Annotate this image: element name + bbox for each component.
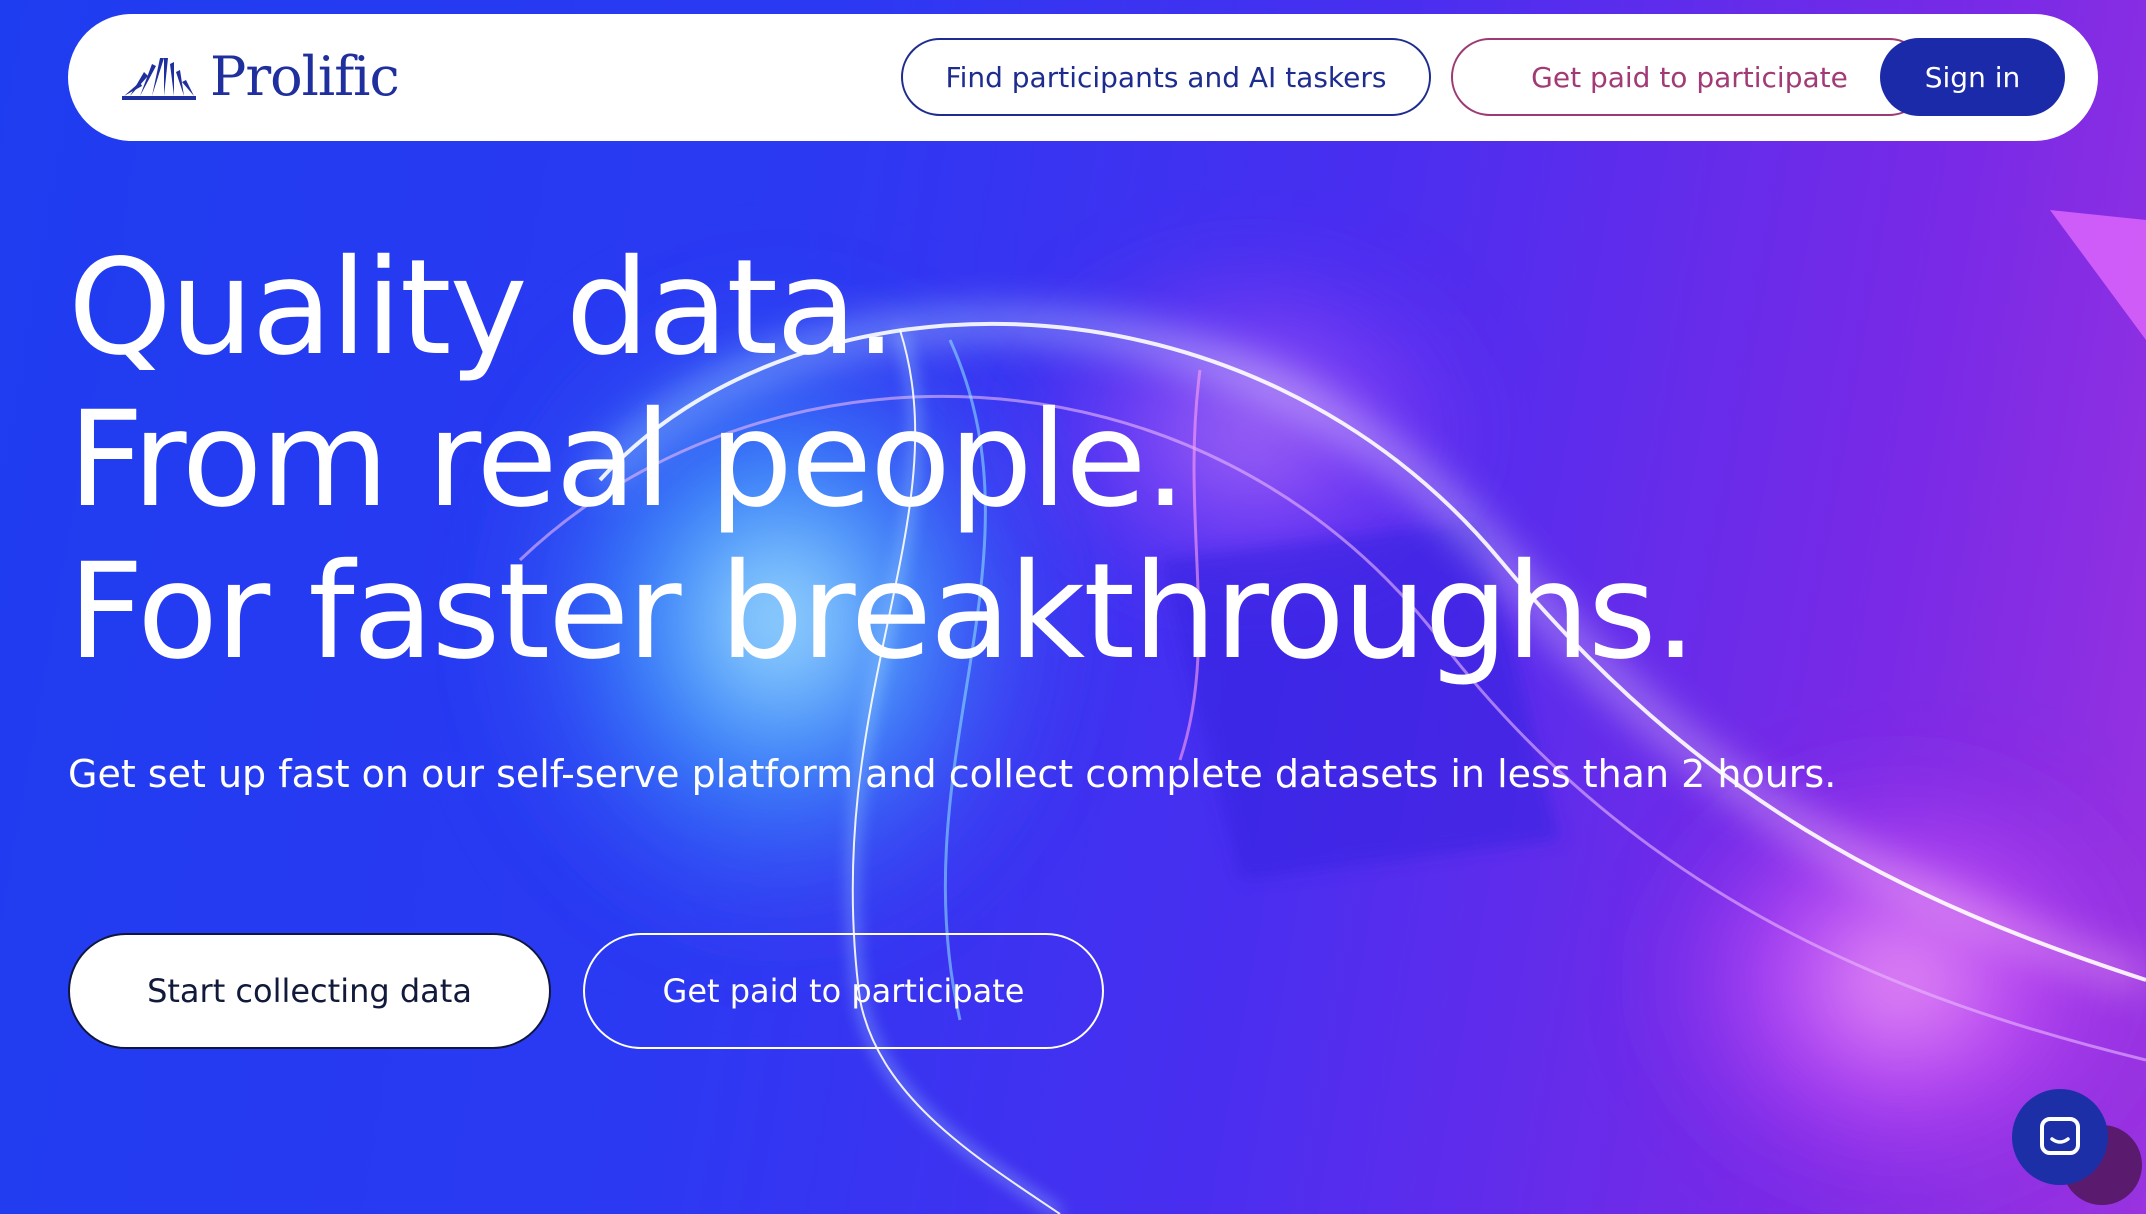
hero-title-line: Quality data.	[68, 231, 897, 385]
top-navbar: Prolific Find participants and AI tasker…	[68, 14, 2098, 141]
hero-title-line: For faster breakthroughs.	[68, 535, 1697, 689]
hero-title: Quality data. From real people. For fast…	[68, 231, 1697, 689]
get-paid-nav-button[interactable]: Get paid to participate	[1451, 38, 1928, 116]
prolific-logo[interactable]: Prolific	[120, 42, 400, 112]
sign-in-button[interactable]: Sign in	[1880, 38, 2065, 116]
get-paid-to-participate-button[interactable]: Get paid to participate	[583, 933, 1104, 1049]
prolific-sunburst-icon	[122, 58, 196, 100]
start-collecting-data-button[interactable]: Start collecting data	[68, 933, 551, 1049]
chat-icon	[2040, 1117, 2080, 1155]
brand-name: Prolific	[210, 45, 400, 108]
chat-widget	[2012, 1089, 2142, 1205]
find-participants-button[interactable]: Find participants and AI taskers	[901, 38, 1431, 116]
hero-subtitle: Get set up fast on our self-serve platfo…	[68, 752, 1837, 796]
hero-title-line: From real people.	[68, 383, 1186, 537]
chat-launcher-button[interactable]	[2012, 1089, 2108, 1185]
